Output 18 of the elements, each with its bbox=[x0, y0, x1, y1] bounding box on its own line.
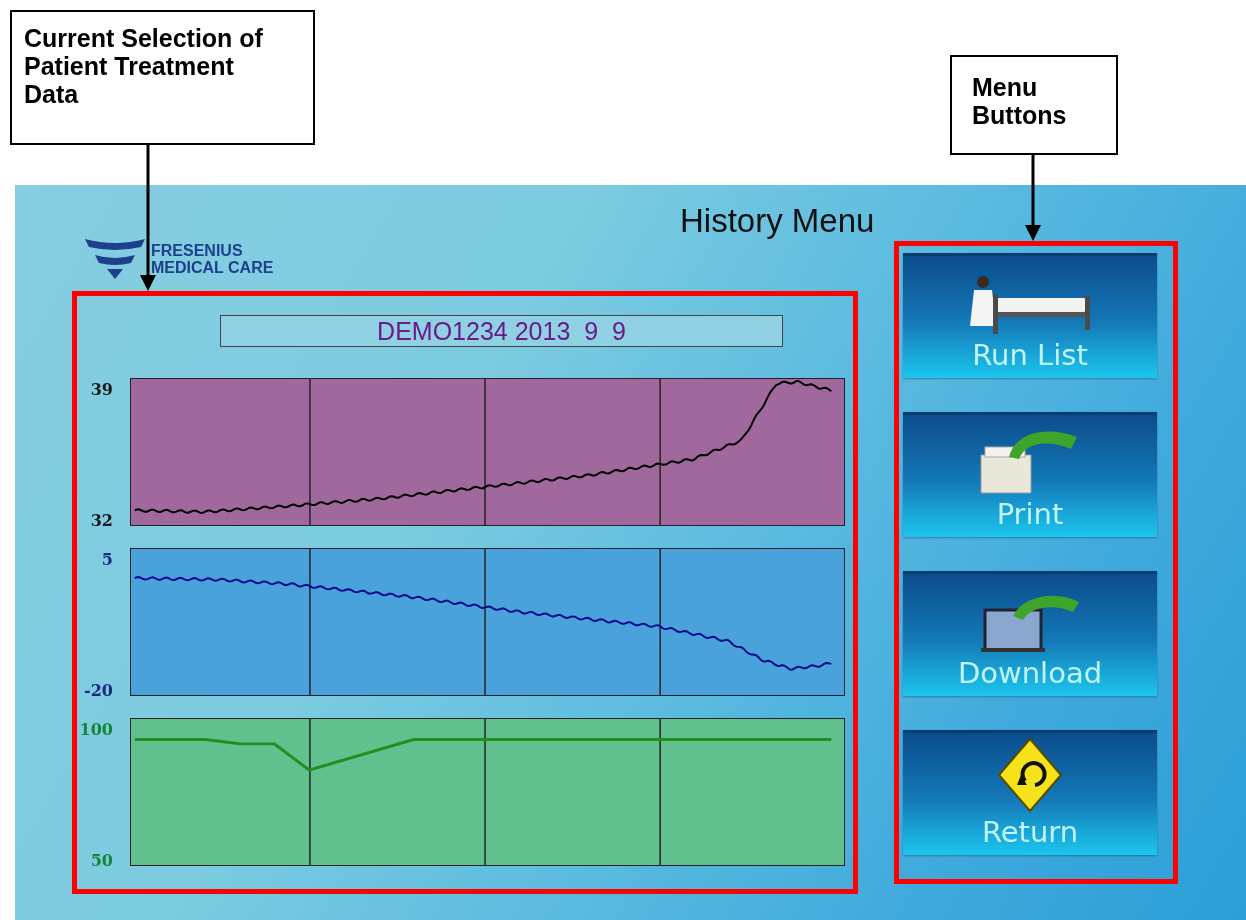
axis-label: 39 bbox=[90, 380, 113, 399]
brand-name: MEDICAL CARE bbox=[151, 259, 274, 276]
axis-label: 32 bbox=[90, 511, 113, 530]
sign-icon bbox=[995, 737, 1065, 813]
menu-button[interactable]: Return bbox=[903, 730, 1157, 855]
menu-button[interactable]: Print bbox=[903, 412, 1157, 537]
brand-name: FRESENIUS bbox=[151, 242, 244, 259]
menu-button[interactable]: Download bbox=[903, 571, 1157, 696]
axis-label: 5 bbox=[101, 550, 113, 569]
axis-label: -20 bbox=[84, 681, 113, 700]
axis-label: 50 bbox=[90, 851, 113, 870]
callout-label: Current Selection of Patient Treatment Data bbox=[10, 10, 315, 145]
screen-title: History Menu bbox=[680, 203, 875, 239]
axis-label: 100 bbox=[79, 720, 113, 739]
logo-icon bbox=[85, 237, 145, 281]
patient-banner: DEMO1234 2013 9 9 bbox=[220, 315, 783, 347]
callout-label: Menu Buttons bbox=[950, 55, 1118, 155]
menu-button[interactable]: Run List bbox=[903, 253, 1157, 378]
